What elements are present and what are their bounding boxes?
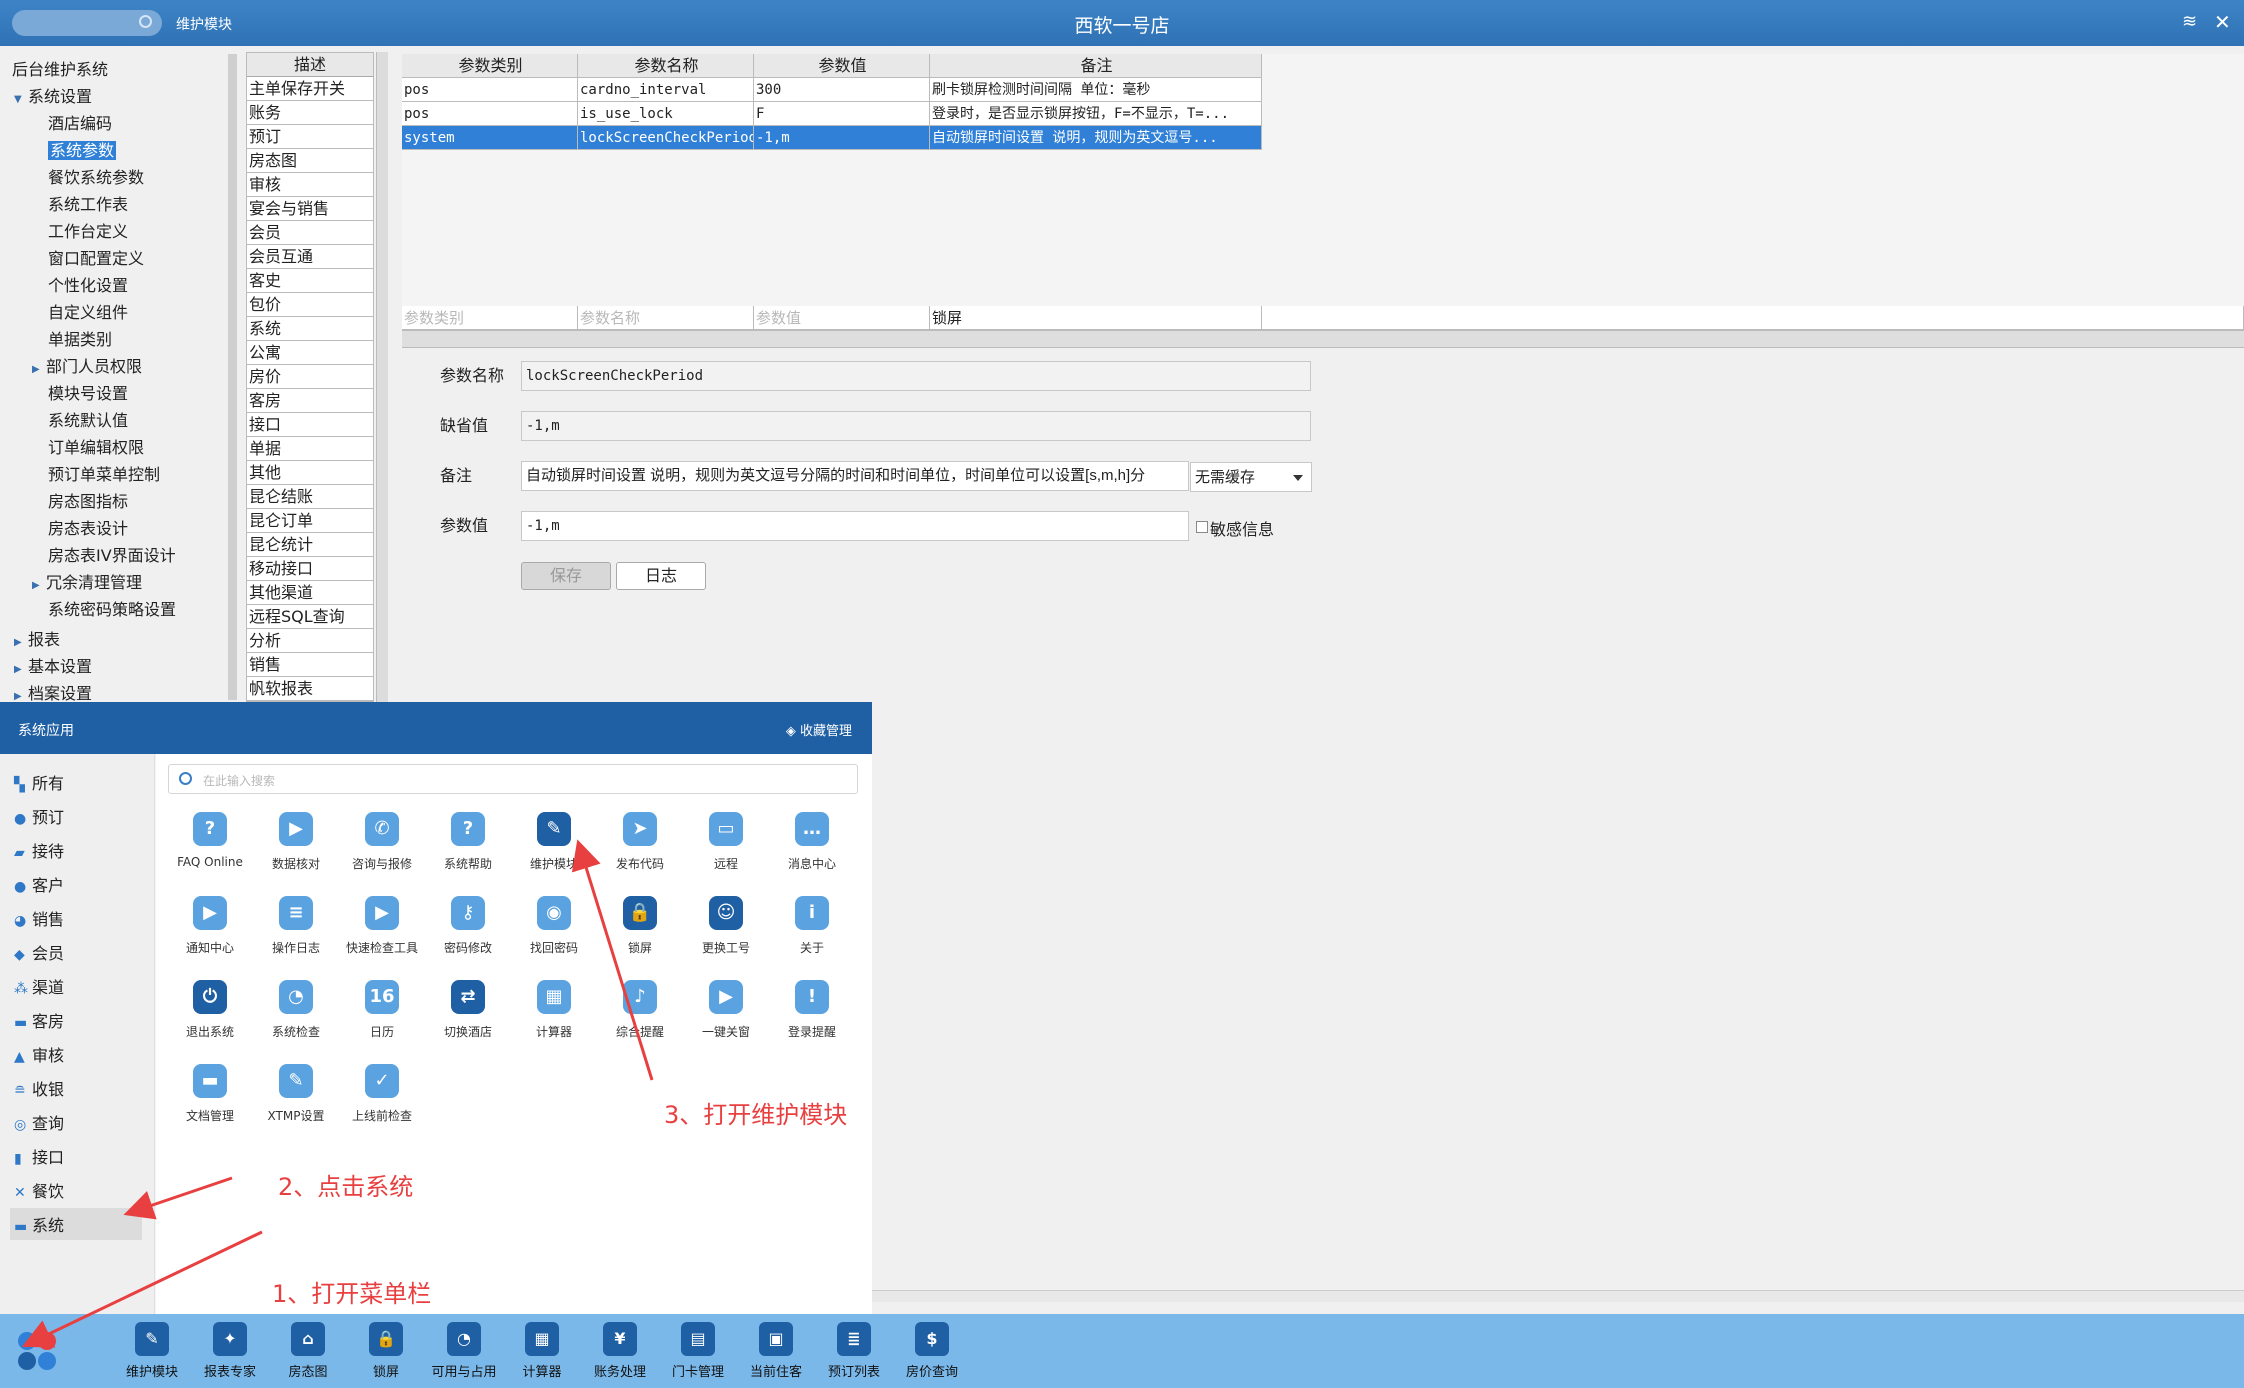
annotation-arrow-2 [123, 1176, 233, 1220]
annotation-arrow-1 [21, 1230, 263, 1348]
annotation-arrow-3 [571, 839, 654, 1081]
annotation-step2: 2、点击系统 [278, 1173, 414, 1201]
annotation-step3: 3、打开维护模块 [664, 1101, 848, 1129]
annotation-step1: 1、打开菜单栏 [272, 1280, 432, 1308]
